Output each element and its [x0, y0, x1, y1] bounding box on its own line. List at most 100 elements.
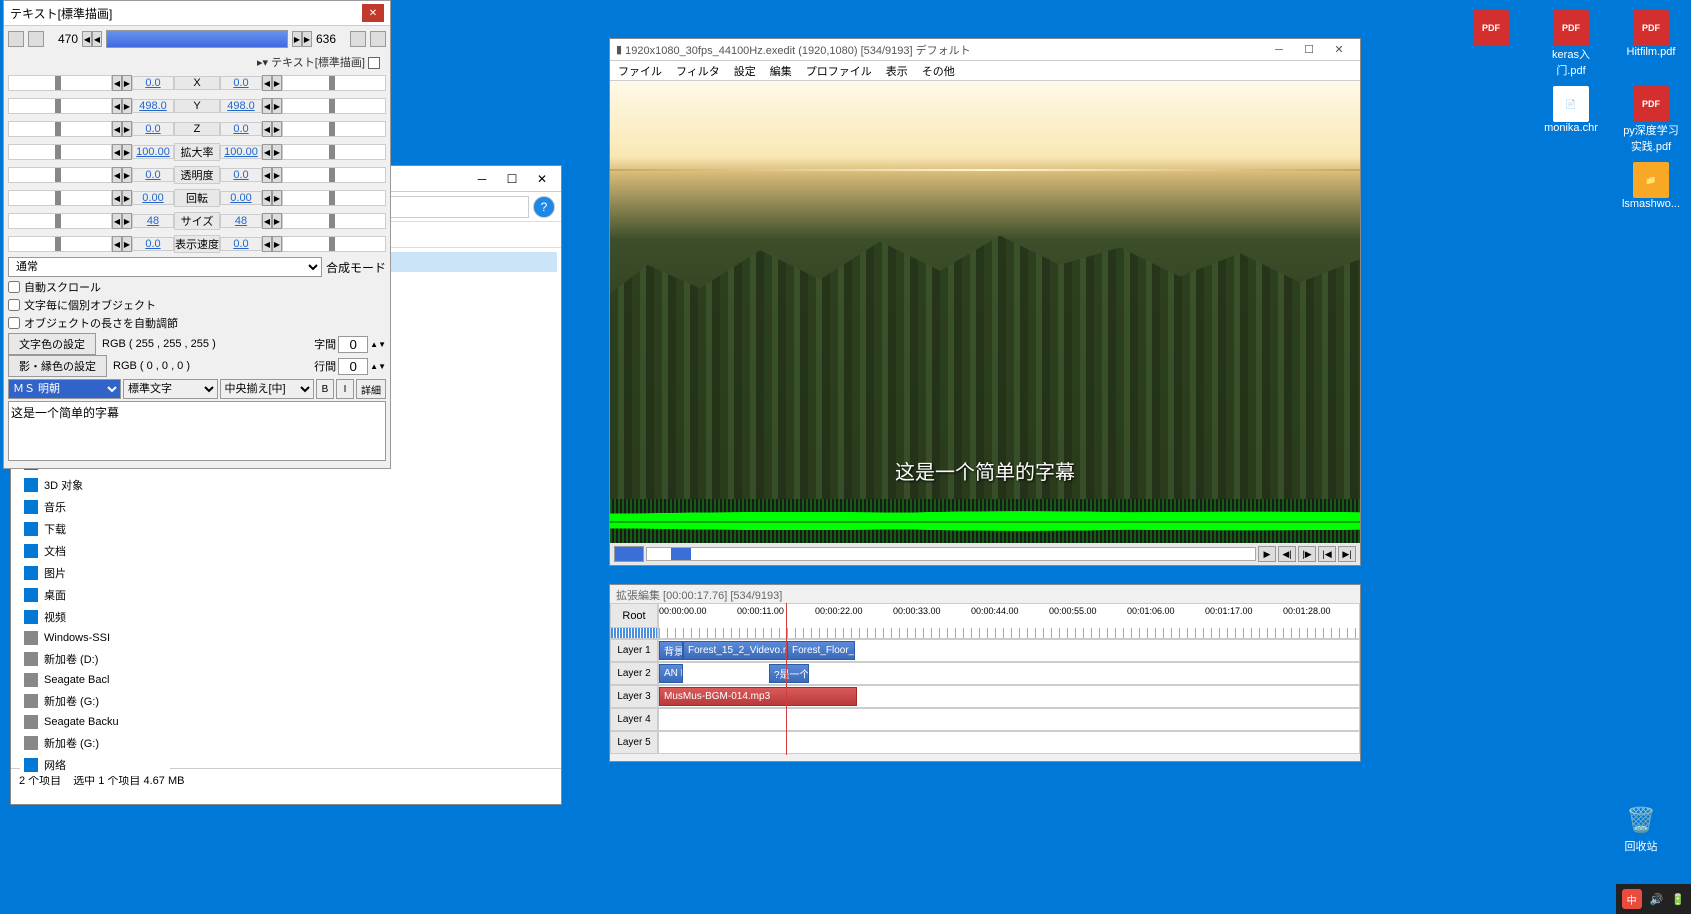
step-right[interactable]: ▶ [292, 31, 302, 47]
blend-mode-select[interactable]: 通常 [8, 257, 322, 277]
dec-button[interactable]: ◀ [112, 98, 122, 114]
inc-button[interactable]: ▶ [272, 213, 282, 229]
style-select[interactable]: 標準文字 [123, 379, 218, 399]
play-button[interactable]: ▶ [1258, 546, 1276, 562]
tool-button[interactable] [350, 31, 366, 47]
param-slider[interactable] [282, 236, 386, 252]
font-select[interactable]: ＭＳ 明朝 [8, 379, 121, 399]
scrub-handle[interactable] [614, 546, 644, 562]
tree-item[interactable]: 下载 [20, 518, 170, 540]
close-button[interactable]: ✕ [362, 4, 384, 22]
layer-name[interactable]: Layer 1 [610, 639, 658, 662]
inc-button[interactable]: ▶ [272, 144, 282, 160]
inc-button[interactable]: ▶ [272, 236, 282, 252]
dec-button[interactable]: ◀ [262, 190, 272, 206]
option-checkbox[interactable] [8, 299, 20, 311]
dec-button[interactable]: ◀ [262, 167, 272, 183]
align-select[interactable]: 中央揃え[中] [220, 379, 315, 399]
minimize-button[interactable]: ─ [1264, 41, 1294, 59]
ime-indicator[interactable]: 中 [1622, 889, 1642, 909]
desktop-icon[interactable]: PDFHitfilm.pdf [1621, 10, 1681, 78]
minimize-button[interactable]: ─ [467, 169, 497, 189]
tree-item[interactable]: 桌面 [20, 584, 170, 606]
layer-name[interactable]: Layer 4 [610, 708, 658, 731]
inc-button[interactable]: ▶ [122, 75, 132, 91]
param-value[interactable]: 48 [132, 214, 174, 228]
inc-button[interactable]: ▶ [272, 167, 282, 183]
timeline-clip[interactable]: Forest_15_2_Videvo.m [683, 641, 787, 660]
param-value[interactable]: 0.0 [132, 168, 174, 182]
scrub-track[interactable] [646, 547, 1256, 561]
desktop-icon[interactable]: PDF [1461, 10, 1521, 78]
param-slider[interactable] [282, 190, 386, 206]
param-value[interactable]: 0.00 [220, 191, 262, 205]
timeline-clip[interactable]: 背景( [659, 641, 683, 660]
dec-button[interactable]: ◀ [112, 236, 122, 252]
layer-track[interactable]: MusMus-BGM-014.mp3 [658, 685, 1360, 708]
param-slider[interactable] [8, 121, 112, 137]
enable-checkbox[interactable] [368, 57, 380, 69]
menu-item[interactable]: 編集 [770, 63, 792, 79]
spacing-input[interactable] [338, 336, 368, 353]
inc-button[interactable]: ▶ [122, 144, 132, 160]
param-value[interactable]: 0.0 [220, 76, 262, 90]
tool-button[interactable] [28, 31, 44, 47]
close-button[interactable]: ✕ [1324, 41, 1354, 59]
inc-button[interactable]: ▶ [272, 190, 282, 206]
param-slider[interactable] [8, 75, 112, 91]
param-slider[interactable] [8, 190, 112, 206]
menu-item[interactable]: フィルタ [676, 63, 720, 79]
desktop-icon[interactable]: PDFkeras入门.pdf [1541, 10, 1601, 78]
param-slider[interactable] [8, 98, 112, 114]
shadow-color-button[interactable]: 影・縁色の設定 [8, 355, 107, 377]
menu-item[interactable]: 設定 [734, 63, 756, 79]
dec-button[interactable]: ◀ [112, 167, 122, 183]
tree-item[interactable]: 网络 [20, 754, 170, 776]
timeline-clip[interactable]: MusMus-BGM-014.mp3 [659, 687, 857, 706]
skip-start-button[interactable]: |◀ [1318, 546, 1336, 562]
param-slider[interactable] [282, 213, 386, 229]
tool-button[interactable] [8, 31, 24, 47]
tree-item[interactable]: Windows-SSI [20, 628, 170, 648]
layer-track[interactable]: 背景(Forest_15_2_Videvo.mForest_Floor_1 [658, 639, 1360, 662]
dec-button[interactable]: ◀ [262, 121, 272, 137]
param-slider[interactable] [8, 167, 112, 183]
skip-end-button[interactable]: ▶| [1338, 546, 1356, 562]
dec-button[interactable]: ◀ [112, 75, 122, 91]
step-left[interactable]: ◀ [82, 31, 92, 47]
dec-button[interactable]: ◀ [262, 213, 272, 229]
tree-item[interactable]: 视频 [20, 606, 170, 628]
zoom-bar[interactable] [611, 628, 657, 638]
tree-item[interactable]: 文档 [20, 540, 170, 562]
dec-button[interactable]: ◀ [262, 98, 272, 114]
tree-item[interactable]: Seagate Backu [20, 712, 170, 732]
step-fwd-button[interactable]: |▶ [1298, 546, 1316, 562]
tree-item[interactable]: 新加卷 (G:) [20, 690, 170, 712]
layer-name[interactable]: Layer 5 [610, 731, 658, 754]
param-value[interactable]: 0.0 [132, 76, 174, 90]
param-slider[interactable] [282, 75, 386, 91]
param-slider[interactable] [282, 144, 386, 160]
italic-button[interactable]: I [336, 379, 354, 399]
tree-item[interactable]: 3D 对象 [20, 474, 170, 496]
param-value[interactable]: 0.0 [220, 237, 262, 251]
inc-button[interactable]: ▶ [122, 121, 132, 137]
maximize-button[interactable]: ☐ [1294, 41, 1324, 59]
step-left2[interactable]: ◀ [92, 31, 102, 47]
fold-icon[interactable]: ▸▾ [257, 57, 268, 69]
spinner[interactable]: ▲▼ [370, 340, 386, 349]
param-value[interactable]: 100.00 [132, 145, 174, 159]
param-value[interactable]: 0.0 [220, 122, 262, 136]
timeline-clip[interactable]: AN B [659, 664, 683, 683]
layer-name[interactable]: Layer 2 [610, 662, 658, 685]
dec-button[interactable]: ◀ [112, 213, 122, 229]
layer-track[interactable]: AN B?是一个 [658, 662, 1360, 685]
param-slider[interactable] [8, 236, 112, 252]
leading-input[interactable] [338, 358, 368, 375]
frame-slider[interactable] [106, 30, 288, 48]
tray-icon[interactable]: 🔋 [1671, 893, 1685, 906]
menu-item[interactable]: その他 [922, 63, 955, 79]
param-slider[interactable] [8, 213, 112, 229]
option-checkbox[interactable] [8, 317, 20, 329]
tree-item[interactable]: 音乐 [20, 496, 170, 518]
